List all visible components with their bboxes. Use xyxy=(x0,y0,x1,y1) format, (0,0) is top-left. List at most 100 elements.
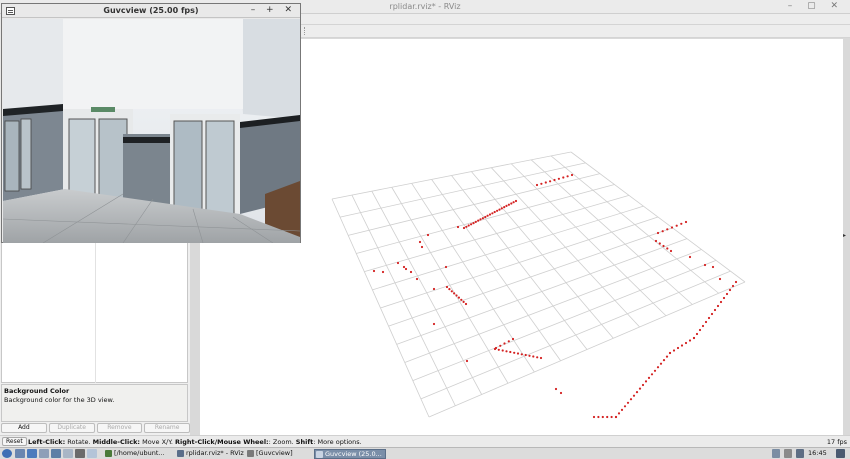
laser-point xyxy=(456,225,460,229)
laser-point xyxy=(509,350,512,354)
laser-point xyxy=(658,242,661,245)
guvcview-icon xyxy=(247,450,254,457)
rename-display-button[interactable]: Rename xyxy=(144,423,190,433)
start-menu-icon[interactable] xyxy=(2,449,12,458)
rviz-menubar[interactable] xyxy=(300,14,850,25)
laser-point xyxy=(415,277,419,281)
camera-frame-image xyxy=(3,19,300,243)
laser-point xyxy=(479,218,482,221)
taskbar-item-guvcview[interactable]: Guvcview (25.0... xyxy=(314,449,386,459)
settings-icon[interactable] xyxy=(87,449,97,458)
rviz-window-controls[interactable]: – ▢ ✕ xyxy=(788,1,844,11)
laser-point xyxy=(688,255,692,259)
taskbar-item-rviz[interactable]: rplidar.rviz* - RViz xyxy=(176,449,246,459)
laser-point xyxy=(404,267,408,271)
laser-point xyxy=(704,320,708,324)
volume-icon[interactable] xyxy=(796,449,804,458)
taskbar-item-guvcview-bracketed[interactable]: [Guvcview] xyxy=(246,449,312,459)
laser-point xyxy=(549,180,552,183)
show-desktop-icon[interactable] xyxy=(15,449,25,458)
laser-point xyxy=(493,210,496,214)
guvcview-window-controls[interactable]: – + ✕ xyxy=(251,5,296,15)
duplicate-display-button[interactable]: Duplicate xyxy=(48,423,95,433)
displays-panel: Background Color Background color for th… xyxy=(0,243,190,435)
laser-point xyxy=(557,177,560,180)
expand-right-panel-icon[interactable]: ▸ xyxy=(843,232,846,239)
remove-display-button[interactable]: Remove xyxy=(96,423,143,433)
property-description: Background Color Background color for th… xyxy=(1,384,188,422)
laser-point xyxy=(432,287,436,291)
laser-point xyxy=(486,214,489,217)
laser-point xyxy=(656,231,660,235)
laser-point xyxy=(666,228,669,231)
workspace-icon[interactable] xyxy=(51,449,61,458)
laser-point xyxy=(684,341,688,345)
laser-point xyxy=(513,351,516,354)
toolbar-drag-handle[interactable] xyxy=(304,27,306,35)
browser-icon[interactable] xyxy=(39,449,49,458)
displays-tree[interactable] xyxy=(1,243,188,383)
laser-point xyxy=(701,324,705,328)
laser-point xyxy=(481,217,484,220)
laser-point xyxy=(540,182,543,185)
laser-point xyxy=(536,356,539,359)
power-icon[interactable] xyxy=(836,449,845,458)
monitor-icon[interactable] xyxy=(75,449,85,458)
laser-point xyxy=(498,208,501,211)
laser-point xyxy=(707,316,711,320)
network-icon[interactable] xyxy=(772,449,780,458)
grid-line xyxy=(420,270,731,400)
laser-point xyxy=(554,387,558,391)
guvcview-titlebar[interactable]: Guvcview (25.00 fps) – + ✕ xyxy=(2,4,300,18)
laser-point xyxy=(450,290,453,293)
laser-point xyxy=(409,270,413,274)
laser-point xyxy=(670,226,674,229)
laser-point xyxy=(465,359,469,363)
laser-point xyxy=(465,225,468,228)
laser-point xyxy=(426,233,430,237)
laser-point xyxy=(516,352,520,355)
laser-point xyxy=(659,362,663,365)
clock[interactable]: 16:45 xyxy=(808,449,827,458)
laser-point xyxy=(467,224,470,227)
laser-point xyxy=(719,300,723,304)
rviz-icon xyxy=(177,450,184,457)
hint-right-click-key: Right-Click/Mouse Wheel: xyxy=(175,438,269,446)
laser-point xyxy=(372,269,376,273)
reset-view-button[interactable]: Reset xyxy=(2,437,27,446)
laser-point xyxy=(661,230,664,233)
terminal-launcher-icon[interactable] xyxy=(63,449,73,458)
laser-point xyxy=(524,353,527,357)
laser-point xyxy=(535,183,539,187)
laser-point xyxy=(711,265,715,269)
add-display-button[interactable]: Add xyxy=(1,423,47,433)
file-manager-icon[interactable] xyxy=(27,449,37,458)
laser-point xyxy=(623,405,627,408)
laser-point xyxy=(644,380,648,383)
laser-point xyxy=(668,351,672,355)
taskbar-item-label: [Guvcview] xyxy=(256,449,293,457)
laser-point xyxy=(503,342,506,345)
column-divider[interactable] xyxy=(95,243,96,383)
grid-line xyxy=(380,216,659,309)
laser-point xyxy=(617,412,621,415)
battery-icon[interactable] xyxy=(784,449,792,458)
laser-point xyxy=(606,415,609,419)
laser-point xyxy=(692,336,696,340)
laser-point xyxy=(653,369,657,372)
laser-point xyxy=(688,339,692,342)
laser-point xyxy=(718,277,722,281)
laser-point xyxy=(675,224,678,227)
laser-point xyxy=(507,203,510,206)
laser-point xyxy=(559,391,563,395)
laser-point xyxy=(484,215,487,219)
laser-point xyxy=(566,175,569,178)
rviz-toolbar[interactable] xyxy=(300,25,850,38)
laser-point xyxy=(680,222,683,225)
taskbar-item-label: [/home/ubunt... xyxy=(114,449,165,457)
displays-button-row: Add Duplicate Remove Rename xyxy=(1,423,190,434)
taskbar-item-terminal[interactable]: [/home/ubunt... xyxy=(104,449,174,459)
guvcview-window[interactable]: Guvcview (25.00 fps) – + ✕ xyxy=(1,3,301,243)
laser-point xyxy=(511,337,515,341)
grid-line xyxy=(471,171,614,339)
